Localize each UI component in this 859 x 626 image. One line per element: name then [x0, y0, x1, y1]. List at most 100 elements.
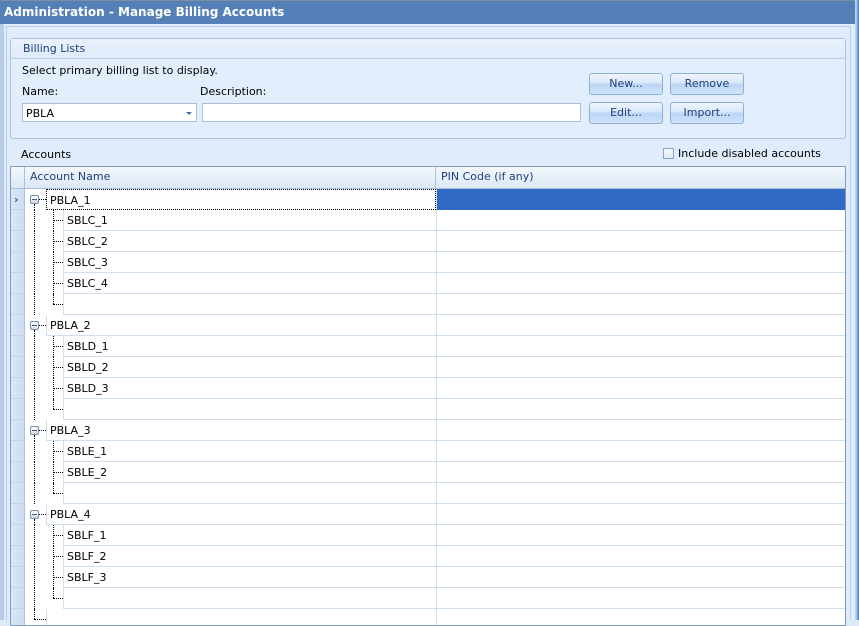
- tree-row-child[interactable]: SBLC_1: [11, 210, 845, 231]
- pin-code-cell[interactable]: [436, 546, 845, 567]
- chevron-down-icon[interactable]: [186, 112, 192, 115]
- row-indicator[interactable]: [11, 525, 25, 546]
- tree-connector-line: [34, 210, 35, 231]
- row-indicator[interactable]: [11, 336, 25, 357]
- pin-code-cell[interactable]: [436, 504, 845, 525]
- pin-code-cell[interactable]: [436, 315, 845, 336]
- row-indicator[interactable]: ›: [11, 189, 25, 210]
- collapse-icon[interactable]: [30, 195, 39, 204]
- row-indicator[interactable]: [11, 609, 25, 625]
- account-name-cell[interactable]: SBLC_3: [63, 252, 436, 273]
- column-header-account-name[interactable]: Account Name: [25, 167, 436, 188]
- tree-row-child[interactable]: SBLD_2: [11, 357, 845, 378]
- account-name-cell[interactable]: PBLA_1: [46, 189, 436, 210]
- account-name-cell[interactable]: PBLA_3: [46, 420, 436, 441]
- pin-code-cell[interactable]: [436, 420, 845, 441]
- pin-code-cell[interactable]: [436, 357, 845, 378]
- tree-row-child[interactable]: SBLF_3: [11, 567, 845, 588]
- pin-code-cell[interactable]: [436, 273, 845, 294]
- include-disabled-checkbox[interactable]: [663, 148, 674, 159]
- tree-row-child[interactable]: SBLF_2: [11, 546, 845, 567]
- tree-row-child[interactable]: SBLE_1: [11, 441, 845, 462]
- row-indicator[interactable]: [11, 462, 25, 483]
- collapse-icon[interactable]: [30, 426, 39, 435]
- tree-row-parent[interactable]: › PBLA_1: [11, 189, 845, 210]
- pin-code-cell[interactable]: [436, 588, 845, 609]
- account-name-cell[interactable]: PBLA_2: [46, 315, 436, 336]
- pin-code-cell[interactable]: [436, 336, 845, 357]
- pin-code-cell[interactable]: [436, 483, 845, 504]
- pin-code-cell[interactable]: [436, 525, 845, 546]
- new-button[interactable]: New...: [589, 73, 663, 95]
- account-name-cell[interactable]: [63, 294, 436, 315]
- pin-code-cell[interactable]: [436, 189, 845, 210]
- pin-code-cell[interactable]: [436, 609, 845, 625]
- row-indicator[interactable]: [11, 294, 25, 315]
- tree-row-child[interactable]: SBLC_2: [11, 231, 845, 252]
- row-indicator[interactable]: [11, 273, 25, 294]
- tree-row-parent[interactable]: PBLA_4: [11, 504, 845, 525]
- pin-code-cell[interactable]: [436, 231, 845, 252]
- account-name-cell[interactable]: SBLF_2: [63, 546, 436, 567]
- account-name-cell[interactable]: SBLD_2: [63, 357, 436, 378]
- row-indicator[interactable]: [11, 567, 25, 588]
- pin-code-cell[interactable]: [436, 399, 845, 420]
- account-name-cell[interactable]: SBLC_2: [63, 231, 436, 252]
- tree-row-child[interactable]: SBLE_2: [11, 462, 845, 483]
- account-name-cell[interactable]: SBLF_1: [63, 525, 436, 546]
- pin-code-cell[interactable]: [436, 462, 845, 483]
- account-name-cell[interactable]: SBLE_1: [63, 441, 436, 462]
- row-indicator[interactable]: [11, 420, 25, 441]
- import-button[interactable]: Import...: [670, 102, 744, 124]
- include-disabled-label[interactable]: Include disabled accounts: [678, 147, 821, 160]
- description-field[interactable]: [202, 103, 581, 122]
- row-indicator[interactable]: [11, 399, 25, 420]
- row-indicator[interactable]: [11, 546, 25, 567]
- tree-row-parent[interactable]: PBLA_3: [11, 420, 845, 441]
- account-name-cell[interactable]: SBLC_1: [63, 210, 436, 231]
- collapse-icon[interactable]: [30, 510, 39, 519]
- tree-row-parent[interactable]: [11, 609, 845, 625]
- account-name-cell[interactable]: [63, 399, 436, 420]
- row-indicator[interactable]: [11, 504, 25, 525]
- account-name-cell[interactable]: [63, 483, 436, 504]
- tree-row-child[interactable]: [11, 588, 845, 609]
- pin-code-cell[interactable]: [436, 378, 845, 399]
- tree-row-child[interactable]: [11, 399, 845, 420]
- tree-row-child[interactable]: [11, 483, 845, 504]
- account-name-cell[interactable]: SBLD_1: [63, 336, 436, 357]
- row-indicator[interactable]: [11, 210, 25, 231]
- account-name-cell[interactable]: SBLD_3: [63, 378, 436, 399]
- account-name-cell[interactable]: SBLE_2: [63, 462, 436, 483]
- collapse-icon[interactable]: [30, 321, 39, 330]
- account-name-cell[interactable]: [46, 609, 436, 625]
- row-indicator[interactable]: [11, 588, 25, 609]
- tree-row-parent[interactable]: PBLA_2: [11, 315, 845, 336]
- account-name-cell[interactable]: [63, 588, 436, 609]
- row-indicator[interactable]: [11, 357, 25, 378]
- edit-button[interactable]: Edit...: [589, 102, 663, 124]
- tree-row-child[interactable]: SBLD_3: [11, 378, 845, 399]
- row-indicator[interactable]: [11, 231, 25, 252]
- remove-button[interactable]: Remove: [670, 73, 744, 95]
- column-header-pin-code[interactable]: PIN Code (if any): [436, 167, 845, 188]
- row-indicator[interactable]: [11, 252, 25, 273]
- name-dropdown[interactable]: PBLA: [22, 103, 197, 122]
- account-name-cell[interactable]: SBLC_4: [63, 273, 436, 294]
- row-indicator[interactable]: [11, 378, 25, 399]
- pin-code-cell[interactable]: [436, 294, 845, 315]
- tree-row-child[interactable]: SBLC_4: [11, 273, 845, 294]
- account-name-cell[interactable]: SBLF_3: [63, 567, 436, 588]
- row-indicator[interactable]: [11, 483, 25, 504]
- pin-code-cell[interactable]: [436, 441, 845, 462]
- tree-row-child[interactable]: SBLD_1: [11, 336, 845, 357]
- account-name-cell[interactable]: PBLA_4: [46, 504, 436, 525]
- tree-row-child[interactable]: SBLC_3: [11, 252, 845, 273]
- pin-code-cell[interactable]: [436, 210, 845, 231]
- row-indicator[interactable]: [11, 441, 25, 462]
- tree-row-child[interactable]: SBLF_1: [11, 525, 845, 546]
- pin-code-cell[interactable]: [436, 567, 845, 588]
- pin-code-cell[interactable]: [436, 252, 845, 273]
- row-indicator[interactable]: [11, 315, 25, 336]
- tree-row-child[interactable]: [11, 294, 845, 315]
